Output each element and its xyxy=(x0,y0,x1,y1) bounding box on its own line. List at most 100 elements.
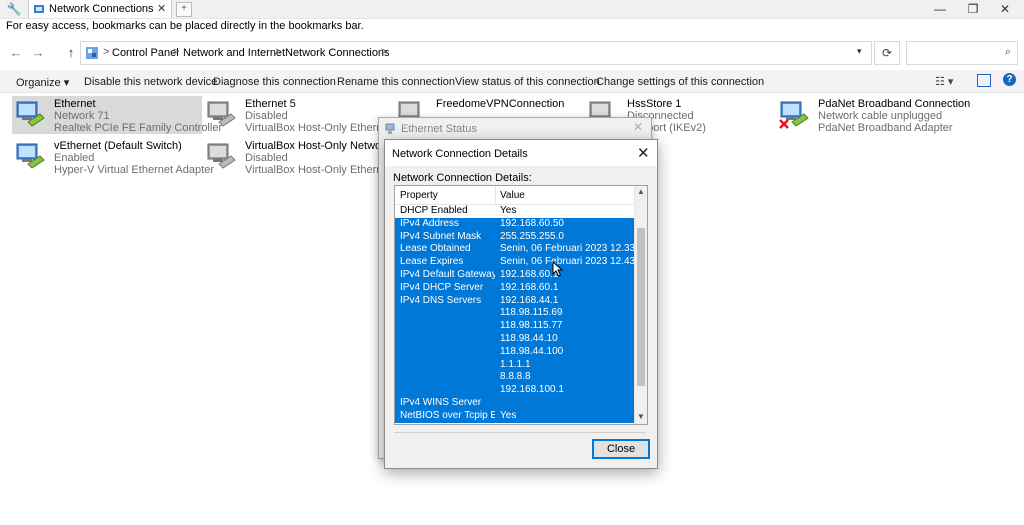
details-row-property: IPv4 Subnet Mask xyxy=(400,230,482,242)
tab-title: Network Connections xyxy=(49,3,154,15)
status-dialog-title: Ethernet Status xyxy=(401,123,477,135)
tab-network-connections[interactable]: Network Connections ✕ xyxy=(28,0,172,18)
new-tab-button[interactable]: + xyxy=(176,2,192,17)
view-options-icon[interactable]: ☷ ▾ xyxy=(935,75,953,88)
details-row-value: 192.168.60.50 xyxy=(500,217,564,229)
connection-status: Network cable unplugged xyxy=(818,110,943,122)
organize-menu[interactable]: Organize ▾ xyxy=(16,76,69,89)
details-row-value: 118.98.115.69 xyxy=(500,307,563,319)
network-connection-details-dialog: Network Connection Details ✕ Network Con… xyxy=(384,139,658,469)
view-status-button[interactable]: View status of this connection xyxy=(455,76,600,88)
breadcrumb-network-and-internet[interactable]: Network and Internet xyxy=(183,47,285,59)
disable-device-button[interactable]: Disable this network device xyxy=(84,76,217,88)
rename-button[interactable]: Rename this connection xyxy=(337,76,455,88)
details-row-value: Senin, 06 Februari 2023 12.33.39 xyxy=(500,243,648,255)
close-button[interactable]: Close xyxy=(592,439,650,459)
details-row-property: Lease Obtained xyxy=(400,243,471,255)
connection-device: PdaNet Broadband Adapter xyxy=(818,122,953,134)
connection-device: Hyper-V Virtual Ethernet Adapter xyxy=(54,164,214,176)
refresh-button[interactable]: ⟳ xyxy=(874,41,900,65)
details-row-value: 192.168.100.1 xyxy=(500,384,564,396)
connection-virtualbox-host-only[interactable]: VirtualBox Host-Only Network Disabled Vi… xyxy=(203,138,407,176)
details-row[interactable]: NetBIOS over Tcpip En... Yes xyxy=(395,409,634,423)
wrench-icon[interactable]: 🔧 xyxy=(6,2,22,16)
connection-name: Ethernet 5 xyxy=(245,98,296,110)
details-row-value: 1.1.1.1 xyxy=(500,358,531,370)
mouse-cursor-icon xyxy=(552,261,564,277)
details-close-icon[interactable]: ✕ xyxy=(637,144,650,162)
details-row[interactable]: Lease Obtained Senin, 06 Februari 2023 12… xyxy=(395,243,647,257)
tab-close-icon[interactable]: ✕ xyxy=(157,2,166,15)
back-arrow-icon[interactable]: ← xyxy=(8,45,24,60)
network-adapter-icon xyxy=(16,101,45,127)
forward-arrow-icon[interactable]: → xyxy=(30,45,46,60)
details-row[interactable]: 118.98.115.77 xyxy=(395,320,634,333)
connection-ethernet[interactable]: Ethernet Network 71 Realtek PCIe FE Fami… xyxy=(12,96,222,134)
connection-ethernet-5[interactable]: Ethernet 5 Disabled VirtualBox Host-Only… xyxy=(203,96,407,134)
details-row[interactable]: IPv4 Subnet Mask 255.255.255.0 xyxy=(395,230,634,244)
details-row-property: NetBIOS over Tcpip En... xyxy=(400,409,495,421)
details-row-value: 118.98.44.10 xyxy=(500,332,558,344)
details-row[interactable]: 118.98.44.100 xyxy=(395,345,634,359)
connection-pdanet[interactable]: PdaNet Broadband Connection Network cabl… xyxy=(776,96,970,134)
connection-status: Enabled xyxy=(54,152,95,164)
change-settings-button[interactable]: Change settings of this connection xyxy=(596,76,764,88)
connection-status: Disabled xyxy=(245,152,288,164)
breadcrumb-control-panel[interactable]: Control Panel xyxy=(112,47,179,59)
details-row[interactable]: 118.98.44.10 xyxy=(395,332,634,346)
scroll-down-icon[interactable]: ▼ xyxy=(637,412,645,421)
details-row[interactable]: 192.168.100.1 xyxy=(395,384,634,397)
vertical-scrollbar[interactable]: ▲ ▼ xyxy=(634,186,647,424)
connection-status: Disabled xyxy=(245,110,288,122)
preview-pane-icon[interactable] xyxy=(977,74,991,87)
column-header-value[interactable]: Value xyxy=(500,190,525,201)
breadcrumb-network-connections[interactable]: Network Connections xyxy=(285,47,390,59)
details-row[interactable]: IPv4 DHCP Server 192.168.60.1 xyxy=(395,281,634,295)
connection-name: VirtualBox Host-Only Network xyxy=(245,140,391,152)
details-row[interactable]: IPv4 DNS Servers 192.168.44.1 xyxy=(395,294,634,308)
search-input[interactable]: ⌕ xyxy=(906,41,1018,65)
status-dialog-close-icon[interactable]: ✕ xyxy=(633,120,643,134)
details-row[interactable]: IPv4 Address 192.168.60.50 xyxy=(395,217,634,231)
minimize-button[interactable]: — xyxy=(925,2,955,16)
network-adapter-disabled-icon xyxy=(207,101,236,127)
close-window-button[interactable]: ✕ xyxy=(990,2,1020,16)
details-row-property: IPv4 WINS Server xyxy=(400,396,482,408)
details-row[interactable]: IPv4 Default Gateway 192.168.60.1 xyxy=(395,268,634,282)
help-icon[interactable]: ? xyxy=(1003,73,1016,86)
connection-vethernet[interactable]: vEthernet (Default Switch) Enabled Hyper… xyxy=(12,138,214,176)
network-adapter-unplugged-icon xyxy=(779,101,809,129)
up-arrow-icon[interactable]: ↑ xyxy=(63,45,79,60)
details-dialog-title: Network Connection Details xyxy=(392,148,528,160)
details-listview[interactable]: Property Value DHCP Enabled Yes IPv4 Addre… xyxy=(394,185,648,425)
details-row-value: Yes xyxy=(500,205,517,216)
address-dropdown-icon[interactable]: ▾ xyxy=(857,46,862,57)
details-row-value: 192.168.60.1 xyxy=(500,281,559,293)
column-header-property[interactable]: Property xyxy=(400,190,438,201)
address-bar[interactable]: > Control Panel > Network and Internet >… xyxy=(80,41,872,65)
details-row[interactable]: 1.1.1.1 xyxy=(395,358,634,372)
bookmarks-bar-message: For easy access, bookmarks can be placed… xyxy=(6,20,364,32)
details-row[interactable]: 8.8.8.8 xyxy=(395,371,634,385)
details-row-property: IPv4 DNS Servers xyxy=(400,294,482,306)
connection-status: Network 71 xyxy=(54,110,110,122)
details-row[interactable]: Lease Expires Senin, 06 Februari 2023 12.… xyxy=(395,256,647,269)
details-row[interactable]: DHCP Enabled Yes xyxy=(395,205,634,218)
network-adapter-disabled-icon xyxy=(207,143,236,169)
diagnose-button[interactable]: Diagnose this connection xyxy=(213,76,336,88)
breadcrumb-separator: > xyxy=(103,46,110,58)
column-divider[interactable] xyxy=(495,186,496,204)
details-row[interactable]: IPv4 WINS Server xyxy=(395,396,634,410)
details-row-value: 255.255.255.0 xyxy=(500,230,564,242)
connection-name: PdaNet Broadband Connection xyxy=(818,98,971,110)
details-row[interactable]: 118.98.115.69 xyxy=(395,307,634,321)
details-row-value: 192.168.60.1 xyxy=(500,268,559,280)
details-row-property: IPv4 DHCP Server xyxy=(400,281,484,293)
scroll-up-icon[interactable]: ▲ xyxy=(637,187,645,196)
scrollbar-thumb[interactable] xyxy=(637,228,645,386)
network-folder-icon xyxy=(34,5,44,13)
details-row-value: 118.98.115.77 xyxy=(500,320,563,332)
maximize-button[interactable]: ❐ xyxy=(958,2,988,16)
details-row-value: Senin, 06 Februari 2023 12.43.38 xyxy=(500,256,648,268)
details-list-header: Property Value xyxy=(395,186,634,205)
